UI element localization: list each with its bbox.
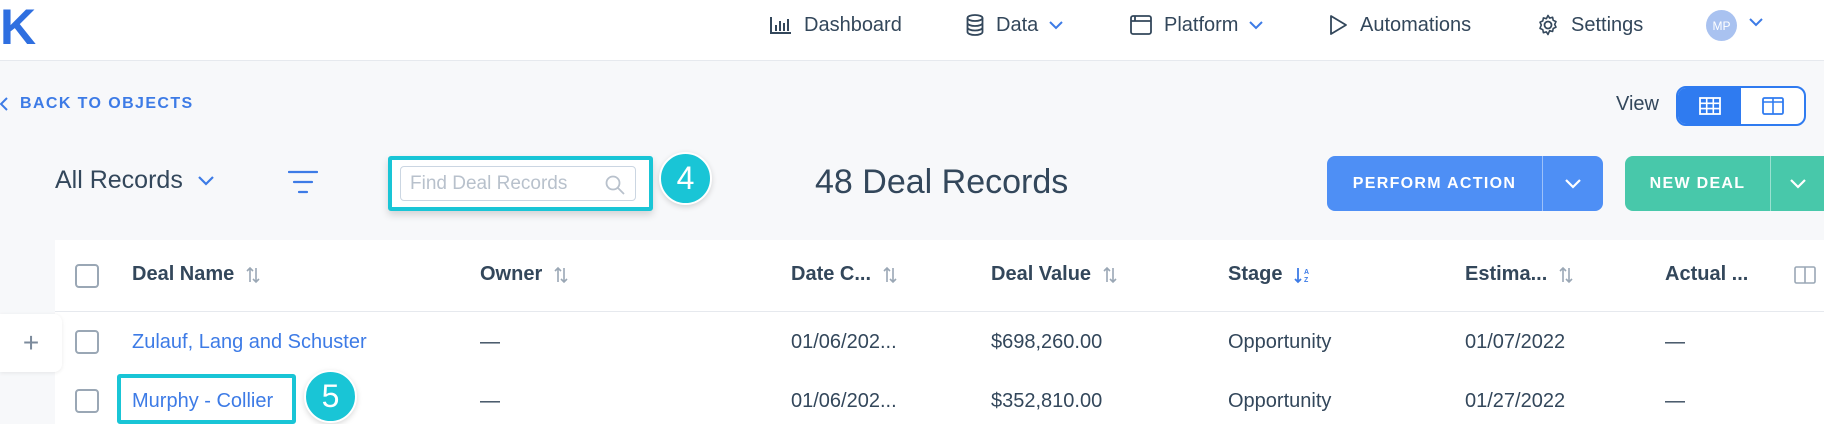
- column-header-label: Deal Value: [991, 263, 1092, 285]
- avatar[interactable]: MP: [1706, 10, 1737, 41]
- column-header-date-created[interactable]: Date C...: [791, 263, 897, 286]
- top-nav: K Dashboard Data Platform Automations Se…: [0, 0, 1824, 61]
- column-header-label: Date C...: [791, 263, 872, 285]
- actual-close-cell: —: [1665, 390, 1685, 412]
- column-header-label: Estima...: [1465, 263, 1548, 285]
- nav-data-label: Data: [996, 13, 1039, 36]
- sort-icon: [246, 266, 260, 283]
- chevron-down-icon: [1565, 179, 1581, 189]
- split-view-button[interactable]: [1741, 88, 1804, 124]
- search-icon: [605, 175, 625, 195]
- step-badge: 4: [659, 152, 712, 205]
- sort-ascending-icon: AZ: [1294, 267, 1310, 284]
- column-header-deal-value[interactable]: Deal Value: [991, 263, 1117, 286]
- play-icon: [1330, 15, 1347, 35]
- new-deal-button[interactable]: NEW DEAL: [1625, 156, 1770, 211]
- perform-action-dropdown[interactable]: [1542, 156, 1603, 211]
- chevron-down-icon: [1049, 21, 1063, 30]
- view-label: View: [1616, 93, 1659, 115]
- gear-icon: [1539, 14, 1557, 36]
- owner-cell: —: [480, 390, 500, 412]
- nav-platform-label: Platform: [1164, 13, 1239, 36]
- column-header-deal-name[interactable]: Deal Name: [132, 263, 260, 286]
- nav-settings[interactable]: Settings: [1537, 0, 1643, 50]
- nav-data[interactable]: Data: [966, 0, 1064, 50]
- nav-automations-label: Automations: [1360, 13, 1472, 36]
- chevron-down-icon[interactable]: [1748, 17, 1764, 27]
- chevron-down-icon: [1790, 179, 1806, 189]
- window-icon: [1130, 15, 1152, 35]
- chevron-down-icon: [198, 176, 214, 186]
- column-header-actual-close[interactable]: Actual ...: [1665, 263, 1748, 286]
- step-badge: 5: [304, 370, 357, 423]
- nav-automations[interactable]: Automations: [1328, 0, 1471, 50]
- column-header-label: Actual ...: [1665, 263, 1749, 285]
- sort-icon: [1103, 266, 1117, 283]
- svg-text:A: A: [1304, 269, 1309, 276]
- column-header-label: Stage: [1228, 263, 1283, 285]
- estimated-close-cell: 01/27/2022: [1465, 390, 1566, 412]
- grid-view-button[interactable]: [1678, 88, 1741, 124]
- search-highlight-box: [388, 156, 653, 211]
- actual-close-cell: —: [1665, 331, 1685, 353]
- column-header-estimated-close[interactable]: Estima...: [1465, 263, 1573, 286]
- records-filter-label: All Records: [55, 166, 183, 194]
- date-created-cell: 01/06/202...: [791, 390, 897, 412]
- search-input[interactable]: [410, 172, 600, 195]
- sort-icon: [554, 266, 568, 283]
- estimated-close-cell: 01/07/2022: [1465, 331, 1566, 353]
- records-filter-select[interactable]: All Records: [55, 166, 215, 195]
- select-all-checkbox[interactable]: [75, 264, 99, 288]
- row-checkbox[interactable]: [75, 330, 99, 354]
- deal-value-cell: $698,260.00: [991, 331, 1103, 353]
- new-deal-dropdown[interactable]: [1770, 156, 1824, 211]
- split-view-icon: [1761, 97, 1784, 115]
- table-header: Deal Name Owner Date C... Deal Value Sta…: [55, 240, 1824, 312]
- deal-value-cell: $352,810.00: [991, 390, 1103, 412]
- stage-cell: Opportunity: [1228, 331, 1332, 353]
- column-header-stage[interactable]: Stage AZ: [1228, 263, 1312, 286]
- back-to-objects-link[interactable]: BACK TO OBJECTS: [0, 95, 194, 113]
- new-deal-button-group: NEW DEAL: [1625, 156, 1824, 211]
- chevron-down-icon: [1249, 21, 1264, 30]
- column-header-owner[interactable]: Owner: [480, 263, 568, 286]
- sort-icon: [883, 266, 897, 283]
- app-logo[interactable]: K: [0, 2, 36, 52]
- nav-dashboard[interactable]: Dashboard: [770, 0, 902, 50]
- date-created-cell: 01/06/202...: [791, 331, 897, 353]
- svg-text:Z: Z: [1304, 277, 1309, 284]
- deal-name-link[interactable]: Zulauf, Lang and Schuster: [132, 331, 367, 354]
- column-header-label: Owner: [480, 263, 543, 285]
- bar-chart-icon: [770, 17, 791, 34]
- grid-icon: [1698, 97, 1721, 115]
- column-settings-icon[interactable]: [1794, 266, 1816, 284]
- add-row-button[interactable]: +: [0, 314, 62, 372]
- view-toggle: [1676, 86, 1806, 126]
- database-icon: [966, 14, 984, 36]
- row-highlight-box: [117, 374, 296, 424]
- stage-cell: Opportunity: [1228, 390, 1332, 412]
- filter-icon[interactable]: [288, 170, 318, 194]
- search-field[interactable]: [400, 166, 636, 201]
- perform-action-button[interactable]: PERFORM ACTION: [1327, 156, 1542, 211]
- record-count: 48 Deal Records: [815, 163, 1069, 201]
- perform-action-button-group: PERFORM ACTION: [1327, 156, 1603, 211]
- nav-platform[interactable]: Platform: [1130, 0, 1264, 50]
- chevron-left-icon: [0, 97, 8, 111]
- sort-icon: [1559, 266, 1573, 283]
- row-checkbox[interactable]: [75, 389, 99, 413]
- nav-dashboard-label: Dashboard: [804, 13, 902, 36]
- column-header-label: Deal Name: [132, 263, 235, 285]
- back-link-label: BACK TO OBJECTS: [20, 95, 194, 112]
- owner-cell: —: [480, 331, 500, 353]
- nav-settings-label: Settings: [1571, 13, 1644, 36]
